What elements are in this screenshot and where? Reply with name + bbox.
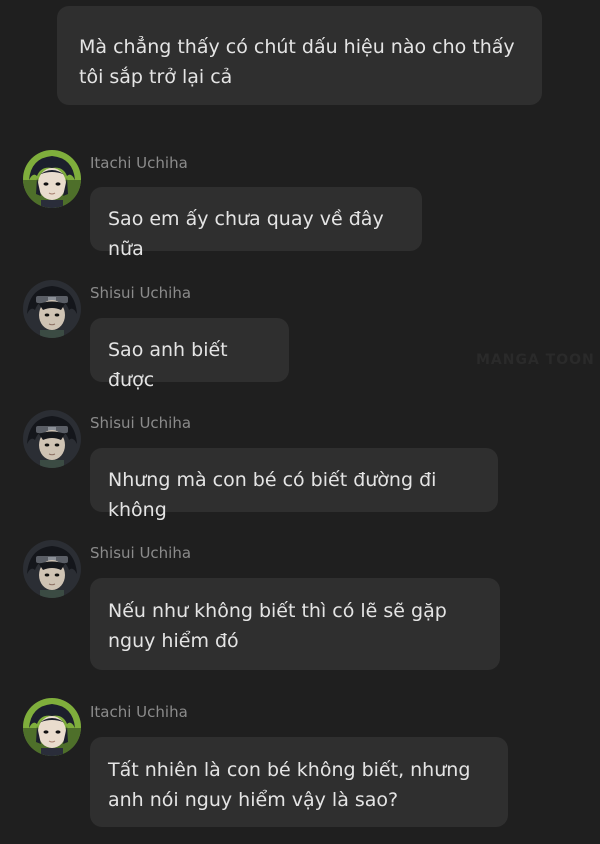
sender-name: Itachi Uchiha xyxy=(90,154,188,172)
shisui-avatar-icon[interactable] xyxy=(23,410,81,468)
message-text: Nhưng mà con bé có biết đường đi không xyxy=(108,469,437,521)
message-bubble[interactable]: Nếu như không biết thì có lẽ sẽ gặp nguy… xyxy=(90,578,500,670)
shisui-avatar-icon[interactable] xyxy=(23,540,81,598)
sender-name: Itachi Uchiha xyxy=(90,703,188,721)
shisui-avatar-icon[interactable] xyxy=(23,280,81,338)
sender-name: Shisui Uchiha xyxy=(90,544,192,562)
message-bubble[interactable]: Nhưng mà con bé có biết đường đi không xyxy=(90,448,498,521)
message-bubble[interactable]: Sao anh biết được xyxy=(90,318,289,391)
sender-name: Shisui Uchiha xyxy=(90,284,192,302)
message-text: Mà chẳng thấy có chút dấu hiệu nào cho t… xyxy=(79,36,515,88)
itachi-avatar-icon[interactable] xyxy=(23,150,81,208)
message-text: Sao anh biết được xyxy=(108,339,228,391)
message-text: Nếu như không biết thì có lẽ sẽ gặp nguy… xyxy=(108,600,447,652)
message-bubble[interactable]: Tất nhiên là con bé không biết, nhưng an… xyxy=(90,737,508,827)
sender-name: Shisui Uchiha xyxy=(90,414,192,432)
itachi-avatar-icon[interactable] xyxy=(23,698,81,756)
message-bubble[interactable]: Sao em ấy chưa quay về đây nữa xyxy=(90,187,422,260)
message-bubble[interactable]: Mà chẳng thấy có chút dấu hiệu nào cho t… xyxy=(57,6,542,105)
message-text: Sao em ấy chưa quay về đây nữa xyxy=(108,208,384,260)
manga-toon-watermark: MANGA TOON xyxy=(476,352,595,368)
message-text: Tất nhiên là con bé không biết, nhưng an… xyxy=(108,759,471,811)
